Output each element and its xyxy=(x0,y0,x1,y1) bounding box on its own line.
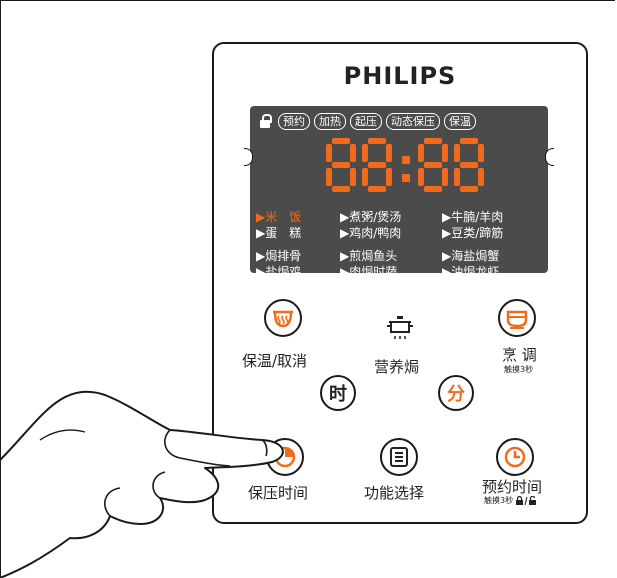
pointing-hand-illustration xyxy=(0,390,284,578)
